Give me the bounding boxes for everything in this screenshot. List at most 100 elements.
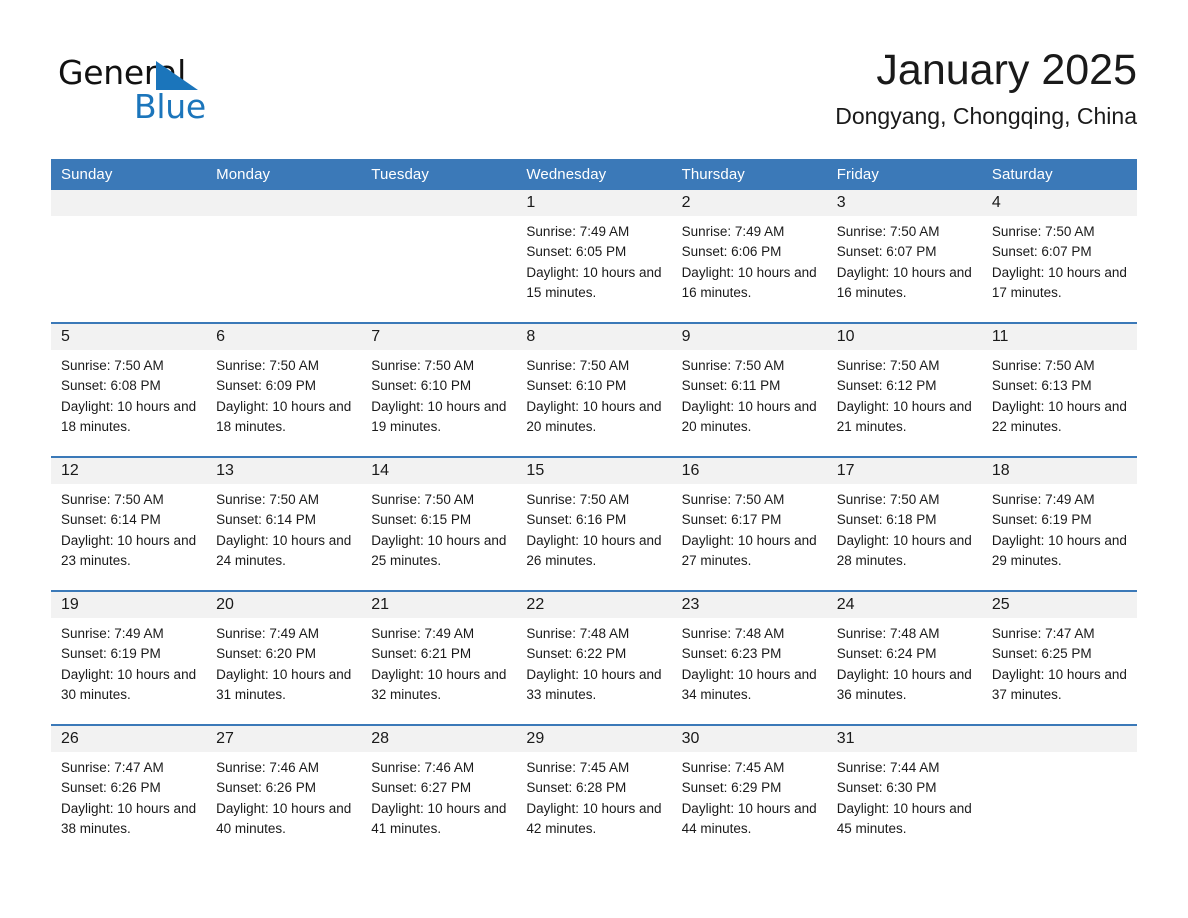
sunset-text: Sunset: 6:05 PM [526,244,627,260]
calendar-body: 1 Sunrise: 7:49 AM Sunset: 6:05 PM Dayli… [51,190,1137,858]
weekday-header-monday: Monday [206,159,362,190]
daylight-text: Daylight: 10 hours and 21 minutes. [836,398,972,434]
day-info: Sunrise: 7:50 AM Sunset: 6:07 PM Dayligh… [827,216,982,303]
sunset-text: Sunset: 6:10 PM [526,378,627,394]
day-number: 23 [671,592,827,618]
day-cell[interactable]: 26 Sunrise: 7:47 AM Sunset: 6:26 PM Dayl… [51,726,207,858]
day-number: 11 [981,324,1137,350]
sunrise-text: Sunrise: 7:48 AM [681,626,785,641]
day-cell[interactable]: 29 Sunrise: 7:45 AM Sunset: 6:28 PM Dayl… [516,726,672,858]
weekday-header-thursday: Thursday [671,159,827,190]
daylight-text: Daylight: 10 hours and 25 minutes. [371,532,507,568]
day-cell[interactable]: 31 Sunrise: 7:44 AM Sunset: 6:30 PM Dayl… [826,726,982,858]
day-info [361,216,516,222]
day-number: 9 [671,324,827,350]
day-cell[interactable] [206,190,362,322]
day-info: Sunrise: 7:49 AM Sunset: 6:21 PM Dayligh… [361,618,516,705]
day-cell[interactable]: 1 Sunrise: 7:49 AM Sunset: 6:05 PM Dayli… [516,190,672,322]
day-info: Sunrise: 7:50 AM Sunset: 6:11 PM Dayligh… [672,350,827,437]
day-info: Sunrise: 7:46 AM Sunset: 6:27 PM Dayligh… [361,752,516,839]
day-cell[interactable]: 22 Sunrise: 7:48 AM Sunset: 6:22 PM Dayl… [516,592,672,724]
day-info: Sunrise: 7:50 AM Sunset: 6:10 PM Dayligh… [516,350,671,437]
day-number: 5 [51,324,207,350]
sunset-text: Sunset: 6:14 PM [216,512,316,528]
day-number: 4 [981,190,1137,216]
day-info: Sunrise: 7:50 AM Sunset: 6:09 PM Dayligh… [206,350,361,437]
day-cell[interactable] [51,190,207,322]
day-cell[interactable]: 8 Sunrise: 7:50 AM Sunset: 6:10 PM Dayli… [516,324,672,456]
sunrise-text: Sunrise: 7:50 AM [216,358,319,373]
day-number: 2 [671,190,827,216]
sunrise-text: Sunrise: 7:50 AM [216,492,319,507]
sunset-text: Sunset: 6:07 PM [836,244,937,260]
day-cell[interactable]: 7 Sunrise: 7:50 AM Sunset: 6:10 PM Dayli… [361,324,517,456]
daylight-text: Daylight: 10 hours and 17 minutes. [991,264,1127,300]
day-cell[interactable]: 19 Sunrise: 7:49 AM Sunset: 6:19 PM Dayl… [51,592,207,724]
day-cell[interactable]: 16 Sunrise: 7:50 AM Sunset: 6:17 PM Dayl… [671,458,827,590]
day-info [982,752,1137,758]
sunrise-text: Sunrise: 7:49 AM [526,224,630,239]
day-info: Sunrise: 7:45 AM Sunset: 6:29 PM Dayligh… [672,752,827,839]
day-info: Sunrise: 7:50 AM Sunset: 6:08 PM Dayligh… [51,350,206,437]
day-cell[interactable]: 12 Sunrise: 7:50 AM Sunset: 6:14 PM Dayl… [51,458,207,590]
day-number: 3 [826,190,982,216]
day-cell[interactable]: 15 Sunrise: 7:50 AM Sunset: 6:16 PM Dayl… [516,458,672,590]
sunset-text: Sunset: 6:26 PM [61,780,161,796]
day-cell[interactable]: 3 Sunrise: 7:50 AM Sunset: 6:07 PM Dayli… [826,190,982,322]
week-row: 26 Sunrise: 7:47 AM Sunset: 6:26 PM Dayl… [51,724,1137,858]
daylight-text: Daylight: 10 hours and 45 minutes. [836,800,972,836]
sunrise-text: Sunrise: 7:46 AM [371,760,475,775]
sunset-text: Sunset: 6:19 PM [61,646,161,662]
day-cell[interactable]: 14 Sunrise: 7:50 AM Sunset: 6:15 PM Dayl… [361,458,517,590]
daylight-text: Daylight: 10 hours and 27 minutes. [681,532,817,568]
day-info: Sunrise: 7:49 AM Sunset: 6:19 PM Dayligh… [982,484,1137,571]
day-cell[interactable]: 25 Sunrise: 7:47 AM Sunset: 6:25 PM Dayl… [981,592,1137,724]
day-cell[interactable]: 11 Sunrise: 7:50 AM Sunset: 6:13 PM Dayl… [981,324,1137,456]
sunrise-text: Sunrise: 7:47 AM [61,760,164,775]
day-cell[interactable]: 5 Sunrise: 7:50 AM Sunset: 6:08 PM Dayli… [51,324,207,456]
sunset-text: Sunset: 6:28 PM [526,780,627,796]
daylight-text: Daylight: 10 hours and 33 minutes. [526,666,662,702]
sunrise-text: Sunrise: 7:50 AM [681,492,785,507]
day-number: 14 [361,458,517,484]
week-row: 19 Sunrise: 7:49 AM Sunset: 6:19 PM Dayl… [51,590,1137,725]
day-number: 8 [516,324,672,350]
day-cell[interactable]: 17 Sunrise: 7:50 AM Sunset: 6:18 PM Dayl… [826,458,982,590]
day-cell[interactable]: 13 Sunrise: 7:50 AM Sunset: 6:14 PM Dayl… [206,458,362,590]
calendar-page: General Blue January 2025 Dongyang, Chon… [0,0,1188,918]
day-info: Sunrise: 7:50 AM Sunset: 6:07 PM Dayligh… [982,216,1137,303]
day-cell[interactable]: 24 Sunrise: 7:48 AM Sunset: 6:24 PM Dayl… [826,592,982,724]
day-cell[interactable] [981,726,1137,858]
day-cell[interactable]: 18 Sunrise: 7:49 AM Sunset: 6:19 PM Dayl… [981,458,1137,590]
sunrise-text: Sunrise: 7:50 AM [836,224,940,239]
day-number: 19 [51,592,207,618]
sunrise-text: Sunrise: 7:50 AM [836,492,940,507]
day-cell[interactable]: 2 Sunrise: 7:49 AM Sunset: 6:06 PM Dayli… [671,190,827,322]
day-info: Sunrise: 7:50 AM Sunset: 6:16 PM Dayligh… [516,484,671,571]
day-info: Sunrise: 7:49 AM Sunset: 6:19 PM Dayligh… [51,618,206,705]
daylight-text: Daylight: 10 hours and 16 minutes. [681,264,817,300]
day-number: 26 [51,726,207,752]
sunrise-text: Sunrise: 7:49 AM [61,626,164,641]
day-number: 13 [206,458,362,484]
day-cell[interactable]: 6 Sunrise: 7:50 AM Sunset: 6:09 PM Dayli… [206,324,362,456]
day-cell[interactable] [361,190,517,322]
day-cell[interactable]: 30 Sunrise: 7:45 AM Sunset: 6:29 PM Dayl… [671,726,827,858]
day-cell[interactable]: 27 Sunrise: 7:46 AM Sunset: 6:26 PM Dayl… [206,726,362,858]
day-number: 31 [826,726,982,752]
day-cell[interactable]: 10 Sunrise: 7:50 AM Sunset: 6:12 PM Dayl… [826,324,982,456]
day-cell[interactable]: 4 Sunrise: 7:50 AM Sunset: 6:07 PM Dayli… [981,190,1137,322]
sunset-text: Sunset: 6:27 PM [371,780,472,796]
calendar-grid: Sunday Monday Tuesday Wednesday Thursday… [51,159,1137,858]
day-cell[interactable]: 20 Sunrise: 7:49 AM Sunset: 6:20 PM Dayl… [206,592,362,724]
sunset-text: Sunset: 6:14 PM [61,512,161,528]
general-blue-logo[interactable]: General Blue [58,54,258,134]
sunset-text: Sunset: 6:24 PM [836,646,937,662]
day-cell[interactable]: 23 Sunrise: 7:48 AM Sunset: 6:23 PM Dayl… [671,592,827,724]
daylight-text: Daylight: 10 hours and 37 minutes. [991,666,1127,702]
day-cell[interactable]: 28 Sunrise: 7:46 AM Sunset: 6:27 PM Dayl… [361,726,517,858]
day-number: 27 [206,726,362,752]
day-cell[interactable]: 21 Sunrise: 7:49 AM Sunset: 6:21 PM Dayl… [361,592,517,724]
day-cell[interactable]: 9 Sunrise: 7:50 AM Sunset: 6:11 PM Dayli… [671,324,827,456]
day-number: 1 [516,190,672,216]
